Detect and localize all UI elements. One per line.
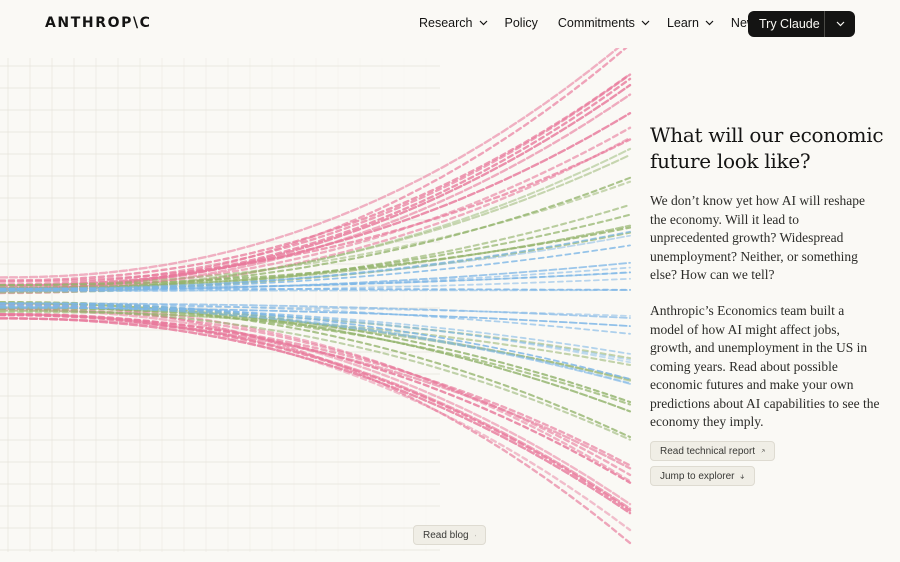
forecast-line [0,180,632,287]
chevron-down-icon [705,20,714,26]
read-blog-button[interactable]: Read blog [413,525,486,545]
try-claude-dropdown-button[interactable] [825,11,855,37]
arrow-down-icon [740,474,745,479]
button-label: Read blog [423,529,469,541]
read-technical-report-button[interactable]: Read technical report [650,441,775,461]
forecast-line [0,136,632,295]
arrow-down-icon [474,534,476,536]
nav-item-research[interactable]: Research [419,16,488,30]
nav-item-label: Research [419,16,473,30]
jump-to-explorer-button[interactable]: Jump to explorer [650,466,755,486]
chevron-down-icon [641,20,650,26]
chevron-down-icon [479,20,487,26]
forecast-line [0,312,632,484]
arrow-up-right-icon [761,449,765,453]
nav-item-commitments[interactable]: Commitments [558,16,650,30]
nav-item-label: Learn [666,16,699,30]
button-label: Jump to explorer [660,470,735,482]
page-title: What will our economic future look like? [650,123,884,173]
nav-item-label: Commitments [557,16,635,30]
forecast-line [0,48,628,291]
nav-item-label: Policy [504,16,538,30]
top-navigation: ANTHROP\C Research Policy Commitments Le… [0,0,900,48]
try-claude-button[interactable]: Try Claude [748,17,824,31]
button-label: Read technical report [660,445,756,457]
description-paragraph: Anthropic’s Economics team built a model… [650,303,880,429]
main-menu: Research Policy Commitments Learn News [419,16,762,30]
forecast-line [0,73,632,286]
intro-paragraph: We don’t know yet how AI will reshape th… [650,193,865,282]
try-claude-button-group: Try Claude [748,11,855,37]
forecast-bundle [0,48,632,545]
anthropic-logo[interactable]: ANTHROP\C [45,15,152,31]
nav-item-learn[interactable]: Learn [667,16,714,30]
economic-futures-visualization [0,48,632,552]
nav-item-policy[interactable]: Policy [505,16,538,30]
chevron-down-icon [836,21,844,27]
